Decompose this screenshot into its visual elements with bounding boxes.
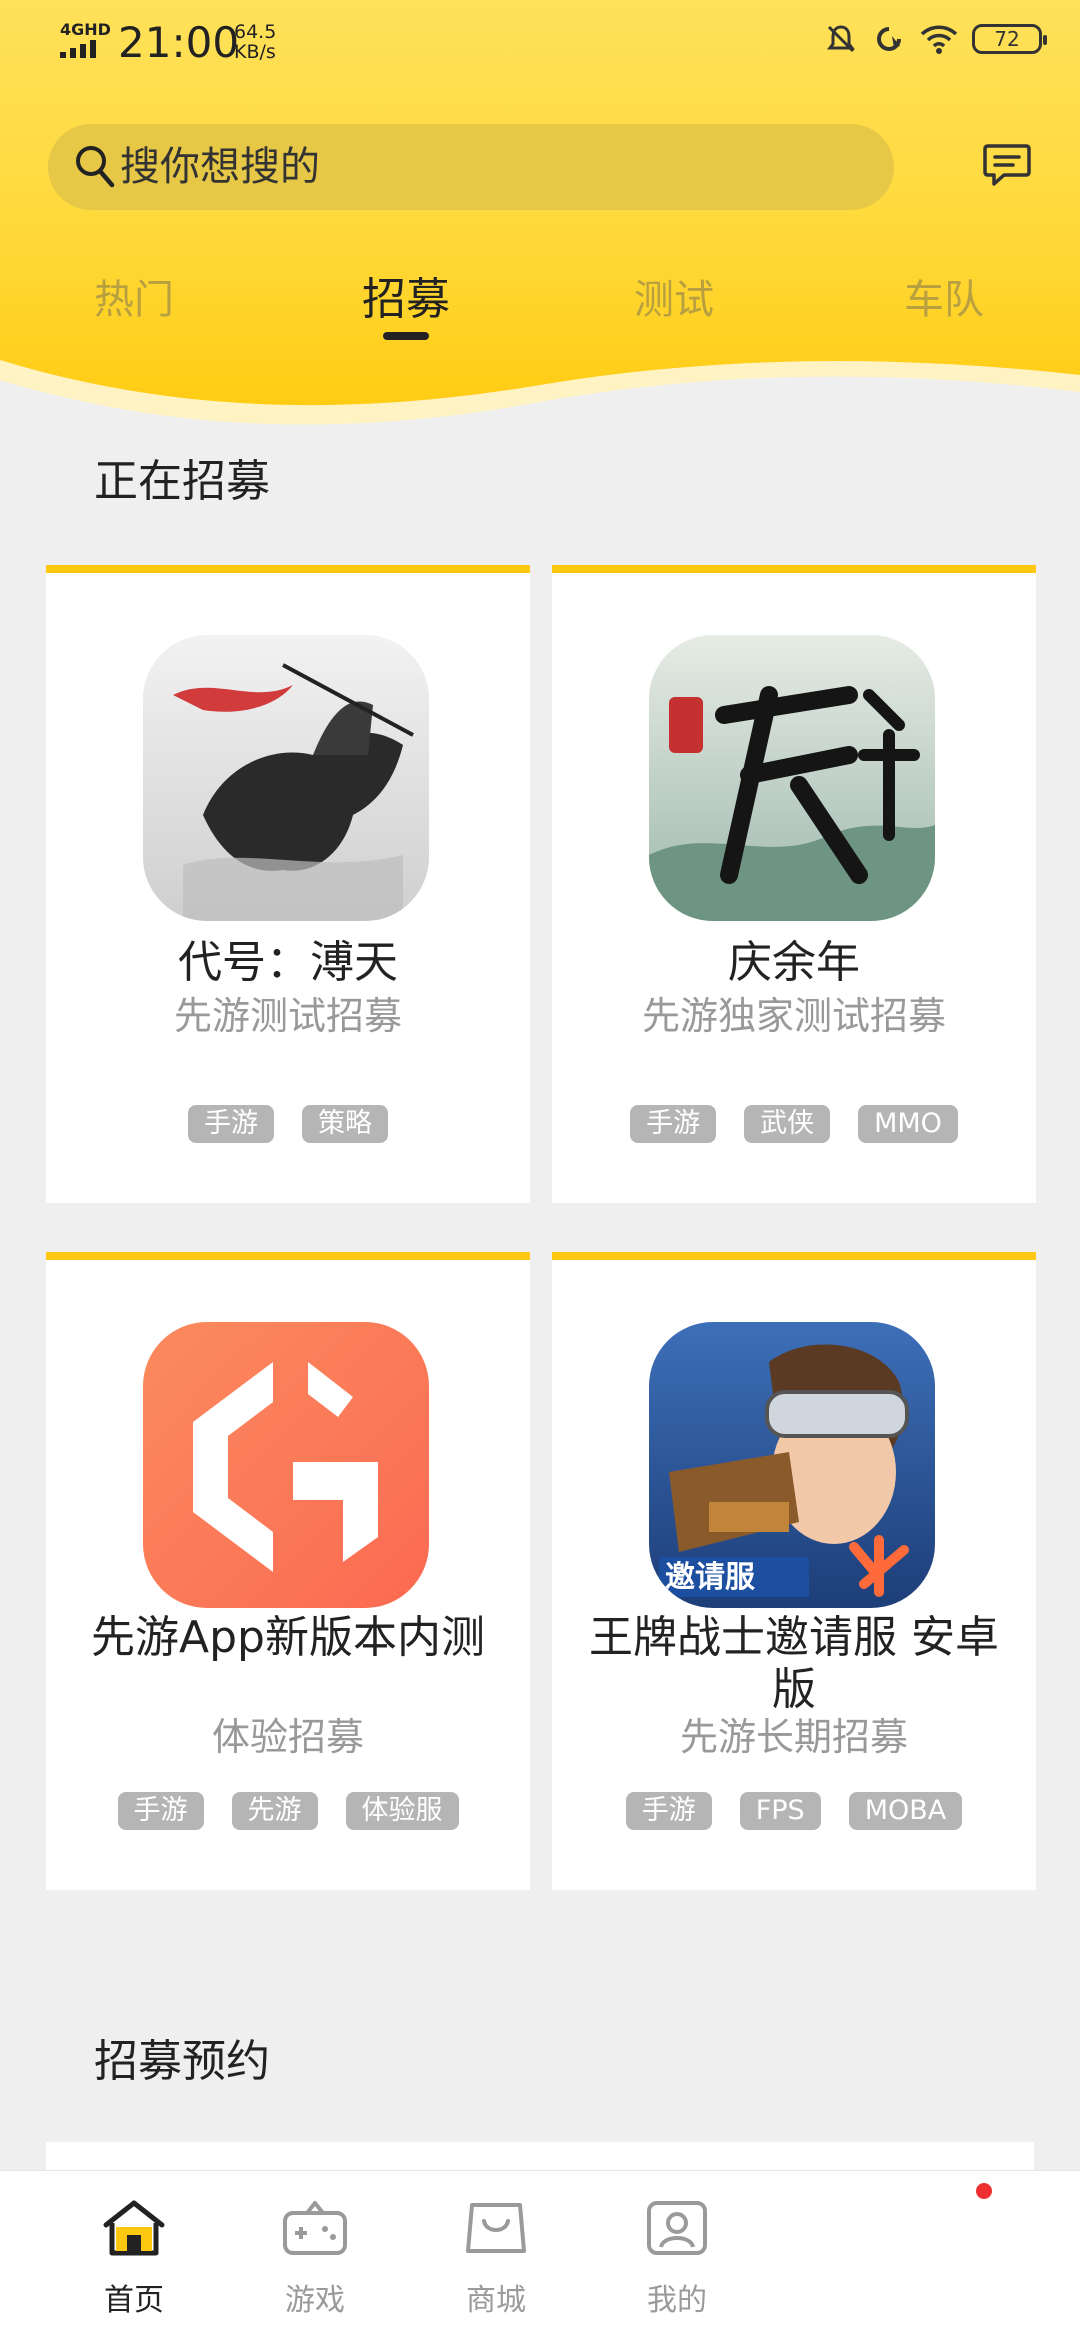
battery-icon: 72 — [972, 24, 1047, 54]
game-card[interactable]: 庆余年 先游独家测试招募 手游 武侠 MMO — [552, 565, 1036, 1203]
horse-ink-art-icon — [143, 635, 429, 921]
section-title-recruiting: 正在招募 — [94, 456, 270, 507]
tag: 武侠 — [744, 1105, 831, 1143]
tag: 策略 — [302, 1105, 388, 1143]
card-subtitle: 先游长期招募 — [679, 1715, 908, 1759]
mute-icon — [827, 25, 855, 53]
nav-label: 首页 — [104, 2283, 164, 2318]
network-type: 4GHD — [60, 20, 111, 39]
status-icons: 72 — [824, 22, 1047, 56]
tag: 手游 — [188, 1105, 274, 1143]
card-tags: 手游 武侠 MMO — [552, 1105, 1036, 1143]
gamepad-icon — [283, 2201, 347, 2255]
sync-icon — [877, 27, 901, 51]
game-card[interactable]: 代号：溥天 先游测试招募 手游 策略 — [46, 565, 530, 1203]
search-bar[interactable]: 搜你想搜的 — [48, 124, 894, 210]
game-card[interactable]: 邀请服 王牌战士邀请服 安卓版 先游长期招募 手游 FPS MOBA — [552, 1252, 1036, 1890]
battery-level: 72 — [994, 27, 1020, 51]
section-title-reservation: 招募预约 — [94, 2036, 270, 2087]
tag: 先游 — [231, 1792, 318, 1830]
qingyunian-calligraphy-icon — [649, 635, 935, 921]
nav-home[interactable]: 首页 — [44, 2171, 224, 2341]
tab-team[interactable]: 车队 — [854, 270, 1034, 330]
tag: MMO — [858, 1105, 958, 1143]
speed-value: 64.5 — [234, 21, 277, 43]
ace-warrior-character-icon: 邀请服 — [649, 1322, 935, 1608]
tag: 体验服 — [345, 1792, 459, 1830]
tag: FPS — [739, 1792, 821, 1830]
game-card[interactable]: 先游App新版本内测 体验招募 手游 先游 体验服 — [46, 1252, 530, 1890]
header-wave — [0, 360, 1080, 450]
card-title: 王牌战士邀请服 安卓版 — [589, 1612, 999, 1715]
card-tags: 手游 先游 体验服 — [46, 1792, 530, 1830]
tab-hot[interactable]: 热门 — [44, 270, 224, 330]
nav-label: 商城 — [466, 2283, 526, 2318]
message-icon[interactable] — [982, 142, 1032, 188]
profile-icon — [647, 2201, 707, 2255]
search-input[interactable]: 搜你想搜的 — [120, 124, 320, 210]
xianyou-logo-icon — [143, 1322, 429, 1608]
notification-badge — [976, 2183, 992, 2199]
bottom-nav: 首页 游戏 商城 我的 — [0, 2170, 1080, 2341]
tag: 手游 — [117, 1792, 204, 1830]
card-tags: 手游 FPS MOBA — [552, 1792, 1036, 1830]
logo-lettering: 邀请服 — [665, 1560, 756, 1595]
home-icon — [103, 2200, 165, 2256]
search-icon — [76, 146, 115, 188]
card-title: 代号：溥天 — [178, 937, 398, 988]
nav-label: 游戏 — [285, 2283, 345, 2318]
wifi-icon — [920, 25, 958, 54]
card-tags: 手游 策略 — [46, 1105, 530, 1143]
tag: 手游 — [625, 1792, 712, 1830]
tab-recruit[interactable]: 招募 — [316, 270, 496, 330]
nav-label: 我的 — [647, 2283, 707, 2318]
card-subtitle: 先游独家测试招募 — [641, 994, 946, 1038]
top-tabs: 热门 招募 测试 车队 — [0, 270, 1080, 330]
status-bar: 4GHD 21:00 64.5 KB/s 72 — [0, 0, 1080, 90]
signal-icon — [60, 40, 96, 58]
clock: 21:00 — [118, 18, 240, 67]
nav-games[interactable]: 游戏 — [225, 2171, 405, 2341]
nav-shop[interactable]: 商城 — [406, 2171, 586, 2341]
card-title: 庆余年 — [728, 937, 860, 988]
card-subtitle: 体验招募 — [211, 1715, 364, 1759]
nav-profile[interactable]: 我的 — [587, 2171, 767, 2341]
network-speed: 64.5 KB/s — [234, 22, 276, 62]
tab-test[interactable]: 测试 — [584, 270, 764, 330]
tab-indicator — [383, 332, 429, 340]
card-subtitle: 先游测试招募 — [173, 994, 402, 1038]
shop-bag-icon — [466, 2203, 526, 2253]
card-title: 先游App新版本内测 — [91, 1612, 485, 1663]
tag: 手游 — [630, 1105, 717, 1143]
tag: MOBA — [848, 1792, 963, 1830]
speed-unit: KB/s — [234, 41, 276, 63]
